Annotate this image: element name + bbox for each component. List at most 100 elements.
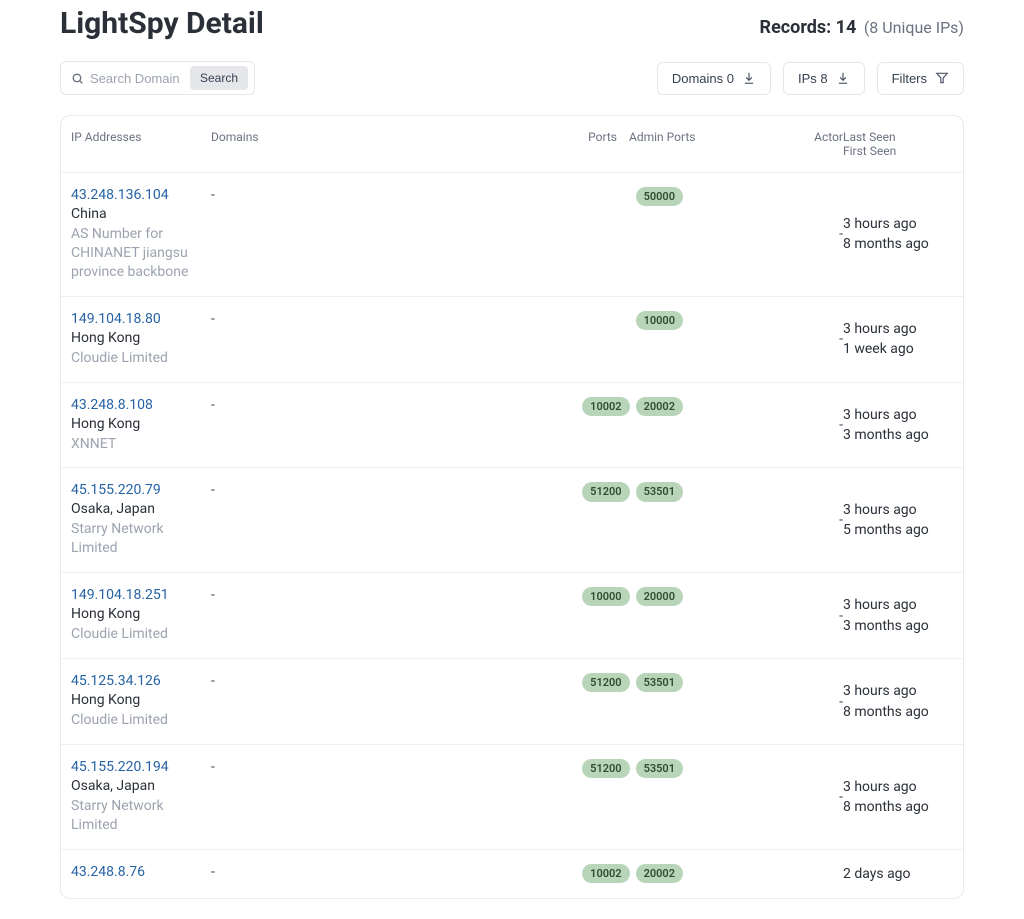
port-badge: 10000 (636, 311, 683, 330)
download-icon (742, 71, 756, 85)
search-input-wrapper[interactable]: Search (60, 61, 255, 95)
port-badge: 10002 (582, 864, 629, 883)
port-badge: 20002 (636, 864, 683, 883)
ip-location: Osaka, Japan (71, 778, 211, 794)
table-row: 43.248.8.108Hong KongXNNET-1000220002-3 … (61, 382, 963, 468)
domains-cell: - (211, 187, 341, 203)
domains-cell: - (211, 587, 341, 603)
ip-address-link[interactable]: 43.248.8.108 (71, 397, 211, 413)
search-button[interactable]: Search (190, 66, 248, 90)
last-seen: 3 hours ago (843, 595, 953, 615)
actor-cell: - (793, 417, 843, 433)
actor-cell: - (793, 331, 843, 347)
seen-cell: 3 hours ago1 week ago (843, 319, 953, 360)
ip-address-link[interactable]: 149.104.18.80 (71, 311, 211, 327)
port-badge: 51200 (582, 482, 629, 501)
actor-cell: - (793, 789, 843, 805)
filters-button[interactable]: Filters (877, 62, 964, 95)
ip-org: Starry Network Limited (71, 520, 211, 558)
ip-location: Hong Kong (71, 606, 211, 622)
table-row: 45.155.220.194 Osaka, Japan Starry Network… (61, 744, 963, 849)
search-input[interactable] (84, 67, 190, 90)
first-seen: 8 months ago (843, 702, 953, 722)
last-seen: 3 hours ago (843, 319, 953, 339)
ip-org: Starry Network Limited (71, 797, 211, 835)
domains-cell: - (211, 482, 341, 498)
domains-cell: - (211, 673, 341, 689)
col-admin-ports: Admin Ports (623, 130, 713, 158)
records-count: 14 (836, 17, 857, 38)
seen-cell: 2 days ago (843, 864, 953, 884)
port-badge: 53501 (636, 759, 683, 778)
port-badge: 53501 (636, 482, 683, 501)
first-seen: 3 months ago (843, 616, 953, 636)
ips-download-button[interactable]: IPs 8 (783, 62, 865, 95)
table-row: 149.104.18.251Hong KongCloudie Limited-1… (61, 572, 963, 658)
first-seen: 8 months ago (843, 797, 953, 817)
ip-location: China (71, 206, 211, 222)
ports-cell: 50000 (341, 187, 713, 206)
table-row: 149.104.18.80 Hong Kong Cloudie Limited - 10… (61, 296, 963, 382)
col-seen: Last Seen First Seen (843, 130, 953, 158)
ip-address-link[interactable]: 43.248.136.104 (71, 187, 211, 203)
ip-address-link[interactable]: 45.155.220.79 (71, 482, 211, 498)
ip-address-link[interactable]: 45.125.34.126 (71, 673, 211, 689)
records-unique: (8 Unique IPs) (864, 18, 964, 37)
ip-org: Cloudie Limited (71, 625, 211, 644)
domains-cell: - (211, 759, 341, 775)
seen-cell: 3 hours ago8 months ago (843, 214, 953, 255)
port-badge: 10000 (582, 587, 629, 606)
port-badge: 20002 (636, 397, 683, 416)
results-table: IP Addresses Domains Ports Admin Ports A… (60, 115, 964, 899)
last-seen: 2 days ago (843, 864, 953, 884)
port-badge: 20000 (636, 587, 683, 606)
domains-cell: - (211, 864, 341, 880)
ports-cell: 51200 53501 (341, 482, 713, 501)
table-row: 43.248.8.76- 10002 20002 2 days ago (61, 849, 963, 898)
first-seen: 8 months ago (843, 234, 953, 254)
download-icon (836, 71, 850, 85)
port-badge: 51200 (582, 759, 629, 778)
ports-cell: 5120053501 (341, 673, 713, 692)
port-badge: 10002 (582, 397, 629, 416)
domains-download-button[interactable]: Domains 0 (657, 62, 771, 95)
ip-address-link[interactable]: 45.155.220.194 (71, 759, 211, 775)
ports-cell: 51200 53501 (341, 759, 713, 778)
seen-cell: 3 hours ago5 months ago (843, 500, 953, 541)
last-seen: 3 hours ago (843, 214, 953, 234)
col-domains: Domains (211, 130, 341, 158)
actor-cell: - (793, 694, 843, 710)
page-title: LightSpy Detail (60, 6, 264, 41)
ips-button-label: IPs 8 (798, 71, 828, 86)
table-row: 43.248.136.104ChinaAS Number for CHINANE… (61, 172, 963, 296)
col-last-seen: Last Seen (843, 130, 953, 144)
seen-cell: 3 hours ago3 months ago (843, 595, 953, 636)
filter-icon (935, 71, 949, 85)
actor-cell: - (793, 226, 843, 242)
last-seen: 3 hours ago (843, 500, 953, 520)
col-actor: Actor (793, 130, 843, 158)
seen-cell: 3 hours ago8 months ago (843, 681, 953, 722)
ip-location: Hong Kong (71, 330, 211, 346)
actor-cell: - (793, 512, 843, 528)
port-badge: 50000 (636, 187, 683, 206)
actor-cell: - (793, 608, 843, 624)
table-header: IP Addresses Domains Ports Admin Ports A… (61, 116, 963, 172)
last-seen: 3 hours ago (843, 681, 953, 701)
ip-address-link[interactable]: 149.104.18.251 (71, 587, 211, 603)
search-icon (71, 72, 84, 85)
port-badge: 51200 (582, 673, 629, 692)
seen-cell: 3 hours ago8 months ago (843, 777, 953, 818)
ports-cell: 10002 20002 (341, 397, 713, 416)
ip-location: Hong Kong (71, 692, 211, 708)
ip-org: XNNET (71, 435, 211, 454)
records-prefix: Records: (760, 17, 836, 38)
ports-cell: 10000 (341, 311, 713, 330)
ip-org: Cloudie Limited (71, 711, 211, 730)
domains-cell: - (211, 311, 341, 327)
ports-cell: 10000 20000 (341, 587, 713, 606)
ip-address-link[interactable]: 43.248.8.76 (71, 864, 211, 880)
last-seen: 3 hours ago (843, 405, 953, 425)
ip-org: Cloudie Limited (71, 349, 211, 368)
domains-button-label: Domains 0 (672, 71, 734, 86)
